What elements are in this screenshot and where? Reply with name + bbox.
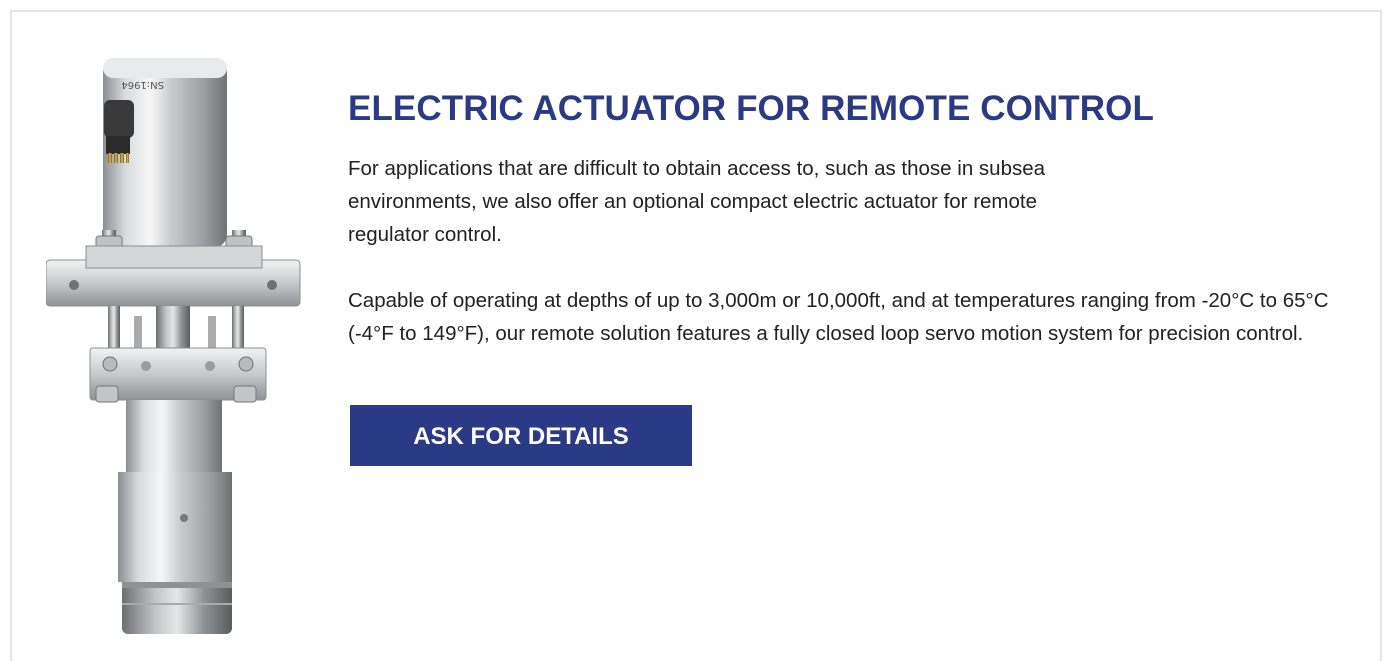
description-paragraph: For applications that are difficult to o…: [348, 157, 1046, 246]
content-column: ELECTRIC ACTUATOR FOR REMOTE CONTROL For…: [348, 88, 1358, 466]
ask-for-details-button[interactable]: ASK FOR DETAILS: [350, 405, 692, 466]
specifications-paragraph: Capable of operating at depths of up to …: [348, 289, 1329, 345]
serial-number-engraving: SN:1964: [121, 79, 164, 90]
section-title: ELECTRIC ACTUATOR FOR REMOTE CONTROL: [348, 89, 1154, 128]
electric-actuator-image: SN:1964: [46, 58, 301, 634]
product-card: SN:1964 ELECTRIC ACTUATOR FOR REMOTE CON…: [10, 10, 1382, 661]
